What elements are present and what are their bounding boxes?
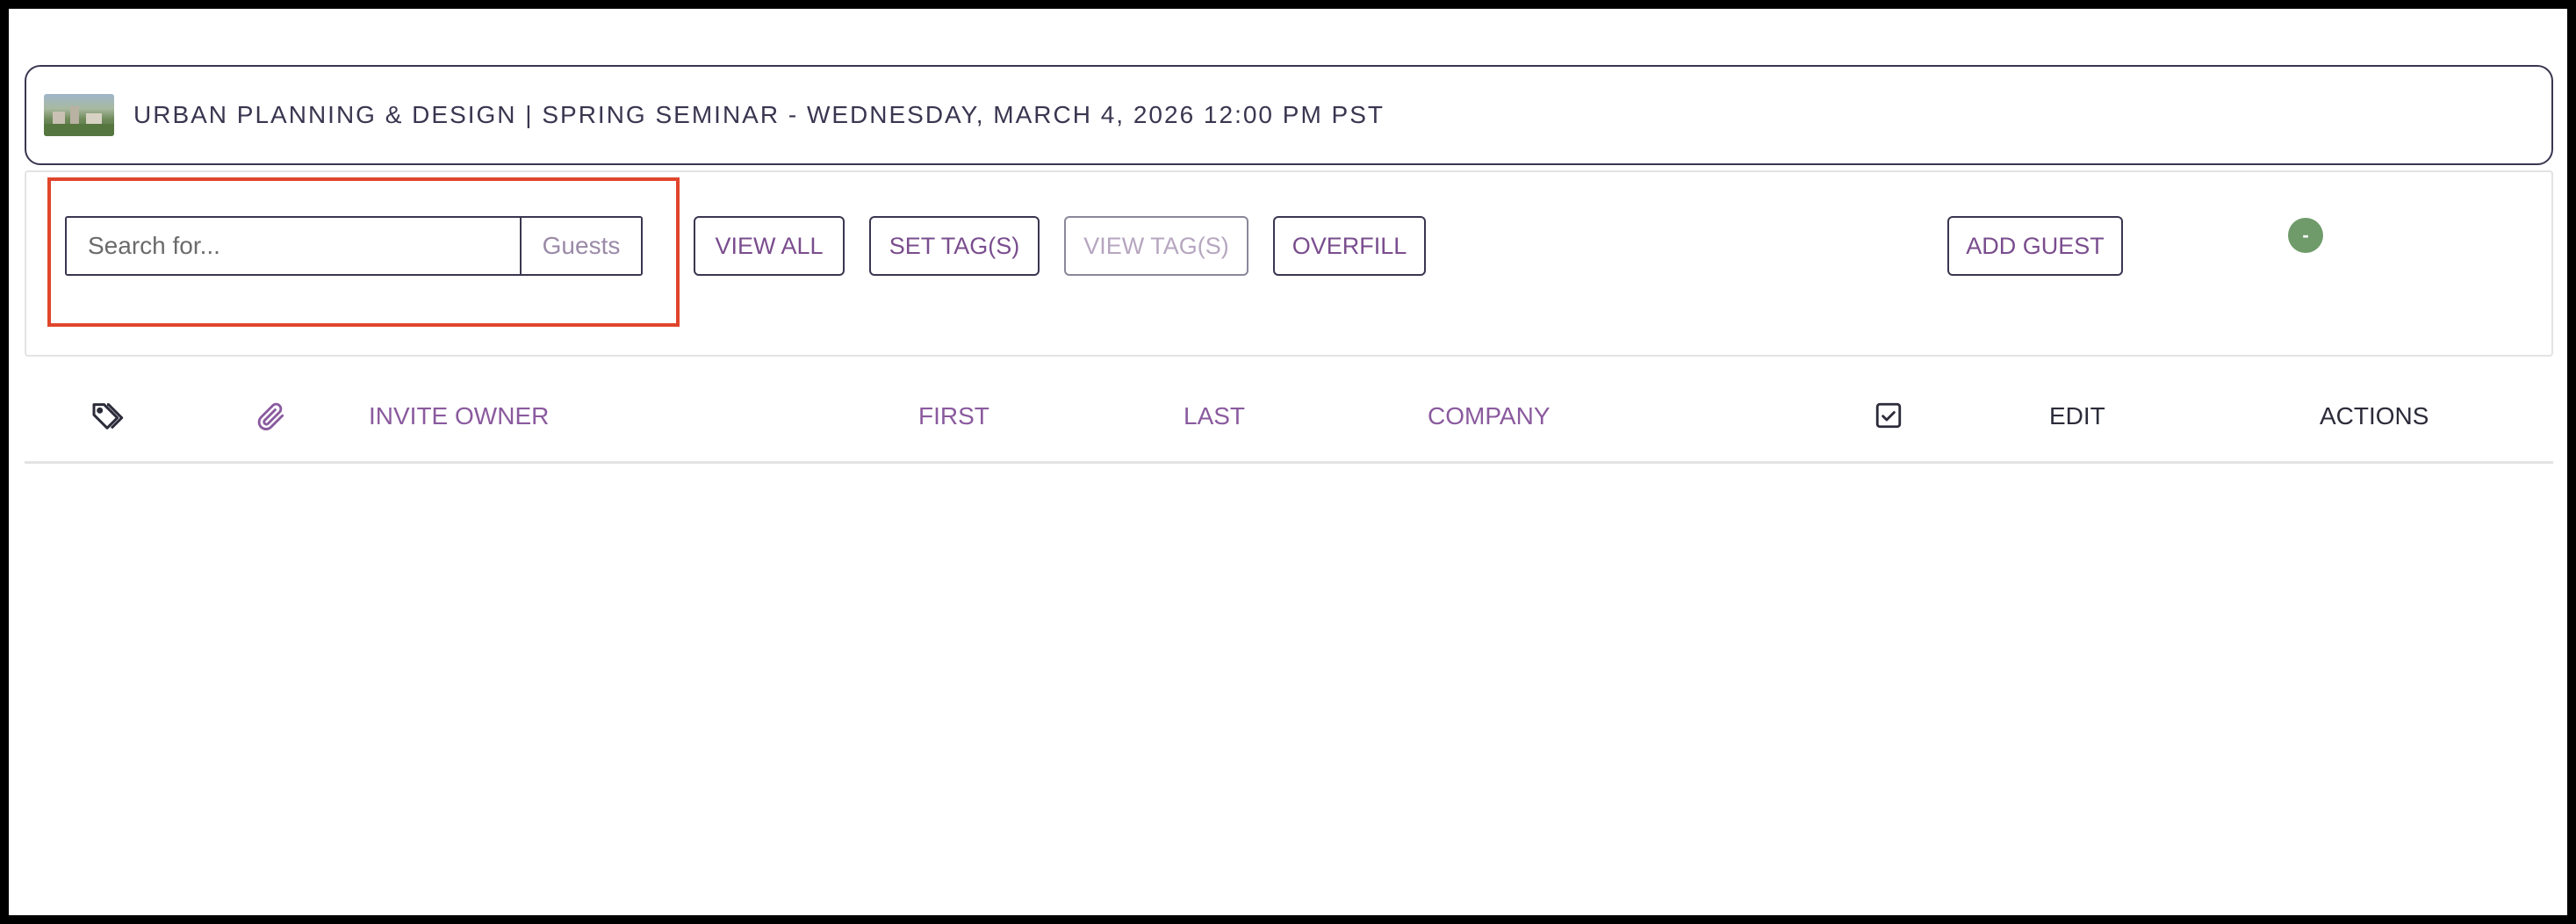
overfill-button[interactable]: OVERFILL bbox=[1273, 216, 1426, 276]
event-header: URBAN PLANNING & DESIGN | SPRING SEMINAR… bbox=[25, 65, 2553, 165]
checkbox-icon[interactable] bbox=[1874, 401, 1903, 435]
paperclip-icon[interactable] bbox=[255, 399, 288, 438]
toolbar: Guests VIEW ALL SET TAG(S) VIEW TAG(S) O… bbox=[25, 170, 2553, 357]
event-thumbnail bbox=[44, 94, 114, 136]
app-frame: URBAN PLANNING & DESIGN | SPRING SEMINAR… bbox=[9, 9, 2567, 915]
column-edit: EDIT bbox=[2049, 402, 2105, 430]
set-tags-button[interactable]: SET TAG(S) bbox=[869, 216, 1040, 276]
event-title: URBAN PLANNING & DESIGN | SPRING SEMINAR… bbox=[133, 101, 1385, 128]
column-first[interactable]: FIRST bbox=[918, 401, 989, 432]
table-header: INVITE OWNER FIRST LAST COMPANY EDIT ACT… bbox=[25, 378, 2553, 464]
search-input[interactable] bbox=[67, 218, 520, 274]
view-all-button[interactable]: VIEW ALL bbox=[694, 216, 845, 276]
search-group: Guests bbox=[65, 216, 643, 276]
column-last[interactable]: LAST bbox=[1184, 401, 1245, 432]
search-scope-button[interactable]: Guests bbox=[520, 218, 641, 274]
column-actions: ACTIONS bbox=[2320, 402, 2429, 430]
tag-icon[interactable] bbox=[90, 399, 125, 438]
view-tags-button[interactable]: VIEW TAG(S) bbox=[1064, 216, 1248, 276]
add-guest-button[interactable]: ADD GUEST bbox=[1947, 216, 2123, 276]
status-indicator[interactable]: - bbox=[2288, 218, 2323, 253]
column-company[interactable]: COMPANY bbox=[1428, 401, 1551, 432]
column-invite-owner[interactable]: INVITE OWNER bbox=[369, 401, 549, 432]
